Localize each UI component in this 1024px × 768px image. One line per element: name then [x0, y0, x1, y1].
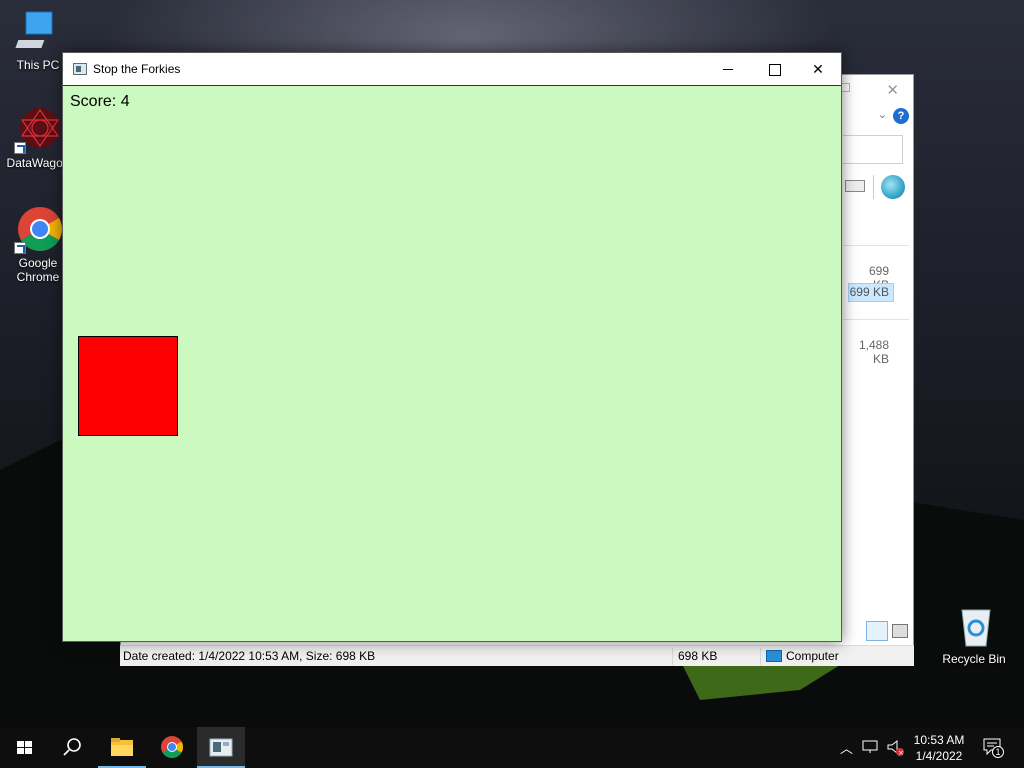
game-app-icon [209, 738, 233, 757]
clock-time: 10:53 AM [913, 733, 965, 747]
large-icons-view-icon[interactable] [892, 624, 908, 638]
taskbar-chrome[interactable] [148, 727, 196, 768]
taskbar: ︿ × 10:53 AM 1/4/2022 1 [0, 727, 1024, 768]
details-view-icon[interactable] [866, 621, 888, 641]
game-canvas[interactable]: Score: 4 [63, 85, 841, 641]
score-label: Score: 4 [70, 93, 130, 110]
windows-start-icon [17, 741, 32, 754]
notification-badge: 1 [992, 746, 1004, 758]
computer-icon [14, 8, 62, 56]
minimize-button[interactable] [705, 53, 751, 85]
notification-center-button[interactable]: 1 [982, 737, 1006, 759]
chevron-down-icon[interactable]: ⌄ [878, 108, 887, 121]
window-title: Stop the Forkies [93, 62, 181, 76]
volume-muted-icon[interactable]: × [886, 739, 906, 757]
app-icon [73, 63, 87, 75]
forkie-red-square[interactable] [78, 336, 178, 436]
shell-icon[interactable] [881, 175, 905, 199]
taskbar-file-explorer[interactable] [98, 727, 146, 768]
clock-date: 1/4/2022 [915, 749, 963, 763]
search-button[interactable] [48, 727, 96, 768]
status-location: Computer [766, 649, 839, 663]
status-size: 698 KB [678, 649, 718, 663]
desktop-icon-label: Google Chrome [16, 256, 60, 284]
shortcut-arrow-icon [14, 142, 26, 154]
maximize-icon[interactable] [841, 83, 850, 92]
network-icon[interactable] [862, 739, 880, 755]
status-divider [760, 648, 761, 665]
maximize-button[interactable] [751, 53, 797, 85]
close-icon[interactable]: ✕ [886, 81, 899, 99]
datawagon-icon [14, 106, 62, 154]
divider [843, 245, 909, 246]
game-window[interactable]: Stop the Forkies ✕ Score: 4 [62, 52, 842, 642]
chrome-icon [14, 206, 62, 254]
taskbar-clock[interactable]: 10:53 AM 1/4/2022 [906, 732, 972, 764]
desktop-icon-label: DataWagon [6, 156, 70, 170]
search-icon [63, 738, 81, 756]
help-icon[interactable]: ? [893, 108, 909, 124]
preview-pane-icon[interactable] [845, 180, 865, 192]
status-details: Date created: 1/4/2022 10:53 AM, Size: 6… [123, 649, 376, 663]
toolbar-divider [873, 175, 874, 199]
taskbar-game-app[interactable] [197, 727, 245, 768]
status-location-label: Computer [786, 649, 839, 663]
recycle-bin-icon [950, 602, 998, 650]
shortcut-arrow-icon [14, 242, 26, 254]
start-button[interactable] [0, 727, 48, 768]
close-button[interactable]: ✕ [795, 53, 841, 85]
file-size: 1,488 KB [858, 338, 889, 366]
title-bar[interactable]: Stop the Forkies ✕ [63, 53, 841, 85]
computer-icon [766, 650, 782, 662]
status-divider [672, 648, 673, 665]
chevron-up-icon[interactable]: ︿ [840, 738, 853, 757]
desktop-icon-label: Recycle Bin [942, 652, 1006, 666]
chrome-icon [161, 736, 183, 758]
desktop-icon-label: This PC [16, 58, 60, 72]
svg-text:×: × [898, 749, 904, 757]
file-size-selected[interactable]: 699 KB [848, 283, 894, 302]
divider [843, 319, 909, 320]
file-explorer-icon [111, 738, 133, 756]
explorer-status-bar: Date created: 1/4/2022 10:53 AM, Size: 6… [120, 645, 914, 666]
desktop-icon-recycle-bin[interactable]: Recycle Bin [938, 602, 1010, 666]
search-input[interactable] [843, 135, 903, 164]
